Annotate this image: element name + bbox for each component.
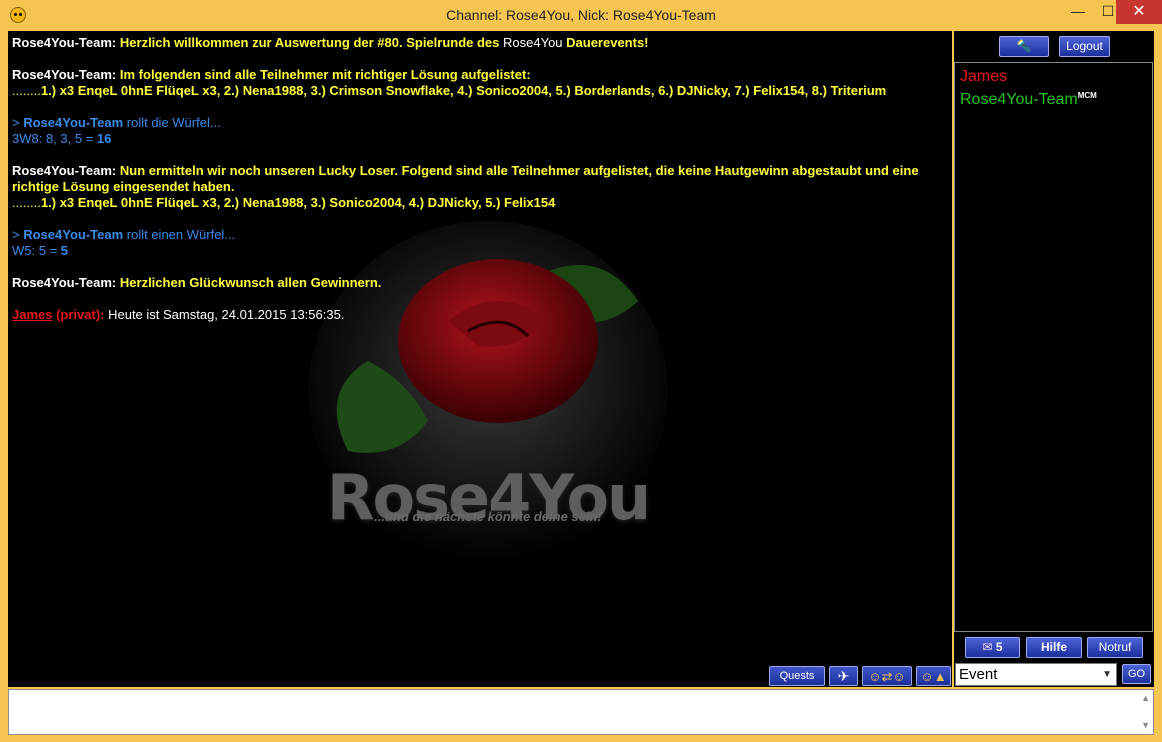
go-button[interactable]: GO <box>1122 664 1151 684</box>
message-nick[interactable]: Rose4You-Team <box>23 115 123 130</box>
user-badge: MCM <box>1077 91 1097 100</box>
message-action: rollt die Würfel... <box>123 115 221 130</box>
chat-area: Rose4You ...und die nächste könnte deine… <box>8 31 952 687</box>
quests-button[interactable]: Quests <box>769 666 825 686</box>
channel-select-value: Event <box>959 666 998 683</box>
message-nick[interactable]: James <box>12 307 52 322</box>
window-title: Channel: Rose4You, Nick: Rose4You-Team <box>446 7 716 23</box>
user-list: James Rose4You-TeamMCM <box>954 62 1153 632</box>
dice-result: 5 <box>60 243 69 258</box>
chat-message: Rose4You-Team: Nun ermitteln wir noch un… <box>12 163 942 211</box>
message-prefix: > <box>12 227 24 242</box>
message-text-brand: Rose4You <box>503 35 563 50</box>
message-nick[interactable]: Rose4You-Team: <box>12 163 116 178</box>
message-dots: ........ <box>12 195 41 210</box>
dice-message: > Rose4You-Team rollt die Würfel... 3W8:… <box>12 115 942 147</box>
dice-message: > Rose4You-Team rollt einen Würfel... W5… <box>12 227 942 259</box>
mail-button[interactable]: ✉ 5 <box>965 637 1020 658</box>
message-list-text: 1.) x3 EnqeL 0hnE FlüqeL x3, 2.) Nena198… <box>40 83 887 98</box>
flashlight-icon[interactable]: 🔦 <box>999 36 1049 57</box>
user-list-item[interactable]: Rose4You-TeamMCM <box>960 91 1097 109</box>
message-text: Heute ist Samstag, 24.01.2015 13:56:35. <box>104 307 345 322</box>
emergency-button[interactable]: Notruf <box>1087 637 1143 658</box>
watermark-subtitle: ...und die nächste könnte deine sein! <box>374 509 602 524</box>
private-label: (privat): <box>52 307 105 322</box>
message-input[interactable]: ▲ ▼ <box>8 689 1154 735</box>
message-nick[interactable]: Rose4You-Team <box>23 227 123 242</box>
message-prefix: > <box>12 115 24 130</box>
message-action: rollt einen Würfel... <box>123 227 236 242</box>
plane-icon[interactable]: ✈ <box>829 666 858 686</box>
scroll-up-icon[interactable]: ▲ <box>1141 693 1150 703</box>
message-text: Nun ermitteln wir noch unseren Lucky Los… <box>12 163 919 194</box>
message-text: Herzlich willkommen zur Auswertung der #… <box>119 35 504 50</box>
dice-result-label: W5: 5 = <box>12 243 61 258</box>
title-bar: Channel: Rose4You, Nick: Rose4You-Team —… <box>0 0 1162 31</box>
chat-message: Rose4You-Team: Herzlich willkommen zur A… <box>12 35 942 51</box>
message-text: Herzlichen Glückwunsch allen Gewinnern. <box>119 275 382 290</box>
chevron-down-icon: ▼ <box>1102 669 1112 680</box>
dice-result-label: 3W8: 8, 3, 5 = <box>12 131 97 146</box>
mail-count: 5 <box>995 640 1003 654</box>
smiley-swap-icon[interactable]: ☺⇄☺ <box>862 666 912 686</box>
minimize-button[interactable]: — <box>1063 0 1093 24</box>
message-text-end: Dauerevents! <box>562 35 649 50</box>
message-nick[interactable]: Rose4You-Team: <box>12 67 116 82</box>
message-list-text: 1.) x3 EnqeL 0hnE FlüqeL x3, 2.) Nena198… <box>40 195 556 210</box>
user-list-item[interactable]: James <box>960 68 1007 86</box>
chat-message: Rose4You-Team: Herzlichen Glückwunsch al… <box>12 275 942 291</box>
message-dots: ........ <box>12 83 41 98</box>
message-nick[interactable]: Rose4You-Team: <box>12 35 116 50</box>
message-text: Im folgenden sind alle Teilnehmer mit ri… <box>119 67 531 82</box>
help-button[interactable]: Hilfe <box>1026 637 1082 658</box>
smiley-menu-icon[interactable]: ☺▲ <box>916 666 951 686</box>
logout-button[interactable]: Logout <box>1059 36 1110 57</box>
user-name: James <box>960 68 1008 85</box>
close-button[interactable]: ✕ <box>1116 0 1162 24</box>
mail-icon: ✉ <box>982 640 993 654</box>
channel-select[interactable]: Event ▼ <box>955 663 1117 686</box>
chat-message: Rose4You-Team: Im folgenden sind alle Te… <box>12 67 942 99</box>
message-nick[interactable]: Rose4You-Team: <box>12 275 116 290</box>
scroll-down-icon[interactable]: ▼ <box>1141 720 1150 730</box>
dice-result: 16 <box>96 131 112 146</box>
message-list: Rose4You-Team: Herzlich willkommen zur A… <box>12 35 942 339</box>
private-message: James (privat): Heute ist Samstag, 24.01… <box>12 307 942 323</box>
user-name: Rose4You-Team <box>960 91 1078 108</box>
